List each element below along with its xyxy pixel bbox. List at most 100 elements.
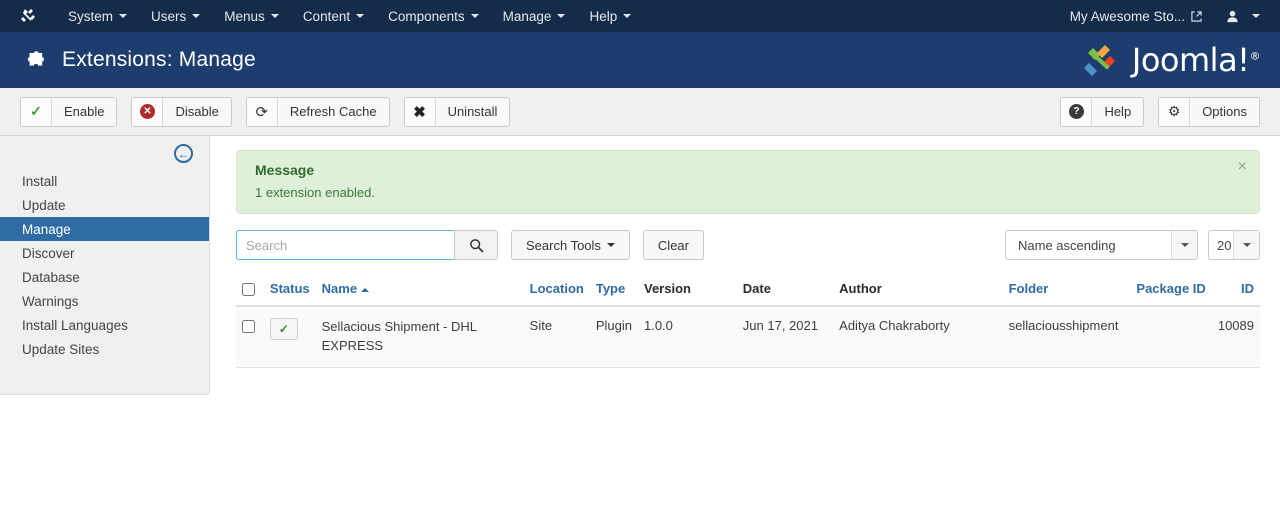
table-body: ✓ Sellacious Shipment - DHL EXPRESS Site… (236, 306, 1260, 368)
options-button[interactable]: ⚙ Options (1158, 96, 1260, 127)
column-status: Status (263, 274, 316, 308)
sidebar-item-warnings[interactable]: Warnings (0, 289, 209, 313)
refresh-cache-button[interactable]: ⟳ Refresh Cache (245, 96, 390, 127)
check-icon: ✓ (278, 322, 289, 337)
nav-item-manage[interactable]: Manage (491, 0, 578, 32)
alert-title: Message (255, 162, 315, 178)
nav-item-label: Users (151, 8, 187, 24)
page-content: ← Install Update Manage Discover Databas… (0, 136, 1280, 395)
sidebar-item-database[interactable]: Database (0, 265, 209, 289)
nav-item-label: System (68, 8, 114, 24)
options-button-label: Options (1202, 104, 1247, 119)
site-name-link[interactable]: My Awesome Sto... (1060, 9, 1212, 24)
sidebar-item-discover[interactable]: Discover (0, 241, 209, 265)
nav-item-label: Content (302, 8, 351, 24)
nav-item-label: Menus (224, 8, 265, 24)
sidebar-item-label: Install (22, 173, 58, 189)
clear-button[interactable]: Clear (642, 230, 704, 260)
gear-icon: ⚙ (1159, 97, 1191, 126)
search-tools-label: Search Tools (526, 237, 601, 253)
uninstall-button[interactable]: ✖ Uninstall (403, 96, 511, 127)
row-version: 1.0.0 (637, 306, 737, 368)
search-button[interactable] (454, 230, 498, 260)
puzzle-piece-icon (20, 47, 54, 73)
nav-item-system[interactable]: System (56, 0, 139, 32)
sidebar-item-label: Manage (22, 221, 71, 237)
user-menu[interactable] (1212, 10, 1270, 23)
help-button-label: Help (1104, 104, 1132, 119)
row-name: Sellacious Shipment - DHL EXPRESS (315, 306, 524, 368)
list-limit-value: 20 (1217, 237, 1232, 253)
column-status-link[interactable]: Status (270, 281, 310, 296)
arrow-circle-left-icon[interactable]: ← (174, 144, 193, 163)
row-folder: sellaciousshipment (1002, 306, 1131, 368)
column-folder: Folder (1002, 274, 1131, 308)
sidebar-item-update[interactable]: Update (0, 193, 209, 217)
joomla-mark-icon[interactable] (0, 7, 56, 25)
sidebar-item-manage[interactable]: Manage (0, 217, 209, 241)
column-type-link[interactable]: Type (596, 281, 625, 296)
disable-button[interactable]: ✕ Disable (131, 96, 232, 127)
sort-select[interactable]: Name ascending (1005, 230, 1198, 260)
sidebar-item-install[interactable]: Install (0, 169, 209, 193)
chevron-down-icon (1252, 14, 1260, 18)
row-id: 10089 (1211, 306, 1260, 368)
nav-item-help[interactable]: Help (577, 0, 643, 32)
external-link-icon (1191, 10, 1202, 22)
close-icon[interactable]: × (1238, 159, 1247, 175)
column-select-all (236, 274, 264, 308)
page-title: Extensions: Manage (62, 48, 256, 71)
search-tools-button[interactable]: Search Tools (511, 230, 630, 260)
help-button[interactable]: ? Help (1060, 96, 1145, 127)
column-package-id-link[interactable]: Package ID (1136, 281, 1205, 296)
joomla-logo: Joomla!® (1079, 38, 1260, 82)
nav-item-users[interactable]: Users (139, 0, 212, 32)
column-location: Location (523, 274, 590, 308)
sidebar-item-label: Warnings (22, 293, 79, 309)
sidebar-item-label: Discover (22, 245, 75, 261)
column-id-link[interactable]: ID (1241, 281, 1254, 296)
column-folder-link[interactable]: Folder (1009, 281, 1049, 296)
column-name: Name (315, 274, 524, 308)
row-checkbox[interactable] (242, 320, 255, 334)
search-input[interactable] (236, 230, 454, 260)
row-type: Plugin (589, 306, 638, 368)
nav-item-components[interactable]: Components (376, 0, 491, 32)
row-select-cell (236, 306, 264, 368)
sidebar-item-label: Install Languages (22, 317, 128, 333)
system-message-alert: Message 1 extension enabled. × (236, 150, 1260, 214)
sort-select-value: Name ascending (1018, 237, 1116, 253)
joomla-wordmark: Joomla!® (1131, 41, 1261, 79)
uninstall-button-label: Uninstall (447, 104, 498, 119)
site-name-label: My Awesome Sto... (1069, 8, 1185, 24)
filter-bar-right: Name ascending 20 (1005, 230, 1260, 260)
top-navigation-right: My Awesome Sto... (1060, 9, 1280, 24)
nav-item-label: Manage (502, 8, 552, 24)
nav-item-content[interactable]: Content (291, 0, 376, 32)
select-all-checkbox[interactable] (242, 283, 255, 297)
column-name-link[interactable]: Name (322, 281, 357, 296)
table-row: ✓ Sellacious Shipment - DHL EXPRESS Site… (236, 306, 1260, 368)
status-toggle-button[interactable]: ✓ (269, 318, 298, 341)
nav-item-menus[interactable]: Menus (212, 0, 291, 32)
sidebar-item-install-languages[interactable]: Install Languages (0, 313, 209, 337)
page-header: Extensions: Manage Joomla!® (0, 32, 1280, 88)
refresh-icon: ⟳ (246, 97, 278, 126)
list-limit-select[interactable]: 20 (1208, 230, 1260, 260)
chevron-down-icon (470, 14, 479, 18)
sidebar-collapse-row: ← (0, 140, 209, 169)
chevron-down-icon[interactable] (1171, 231, 1197, 259)
circle-x-icon: ✕ (132, 97, 164, 126)
user-icon (1227, 10, 1238, 22)
column-author: Author (833, 274, 1003, 308)
column-location-link[interactable]: Location (530, 281, 584, 296)
sidebar-item-label: Update Sites (22, 341, 100, 357)
chevron-down-icon[interactable] (1233, 231, 1259, 259)
disable-button-label: Disable (175, 104, 219, 119)
chevron-down-icon (270, 14, 279, 18)
refresh-cache-button-label: Refresh Cache (289, 104, 377, 119)
action-toolbar: ✓ Enable ✕ Disable ⟳ Refresh Cache ✖ Uni… (0, 88, 1280, 136)
sidebar-item-update-sites[interactable]: Update Sites (0, 337, 209, 361)
joomla-wordmark-text: Joomla! (1131, 41, 1250, 79)
enable-button[interactable]: ✓ Enable (20, 96, 118, 127)
